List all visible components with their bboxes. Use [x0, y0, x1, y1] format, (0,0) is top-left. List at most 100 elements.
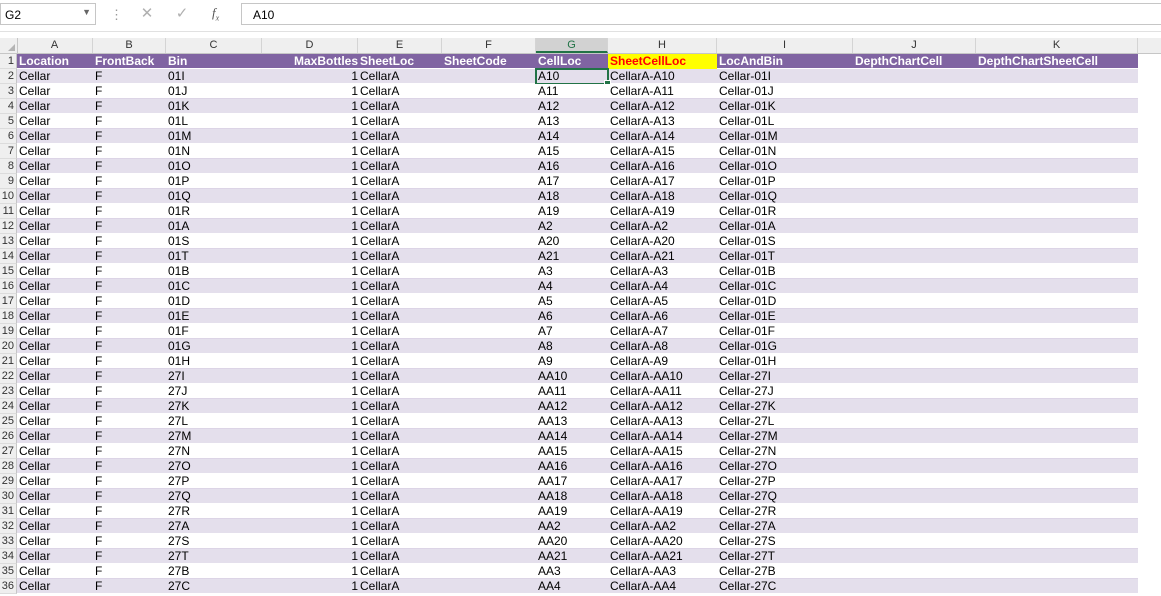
cell-sheetloc[interactable]: CellarA	[358, 384, 442, 399]
cell-sheetcode[interactable]	[442, 324, 536, 339]
cell-sheetcellloc[interactable]: CellarA-AA10	[608, 369, 717, 384]
cell-depthchartcell[interactable]	[853, 354, 976, 369]
row-header[interactable]: 16	[0, 279, 17, 294]
cell-locandbin[interactable]: Cellar-27K	[717, 399, 853, 414]
cell-frontback[interactable]: F	[93, 219, 166, 234]
cell-frontback[interactable]: F	[93, 234, 166, 249]
cell-location[interactable]: Cellar	[17, 354, 93, 369]
cell-cellloc[interactable]: AA11	[536, 384, 608, 399]
enter-check-icon[interactable]: ✓	[172, 4, 192, 24]
cell-location[interactable]: Cellar	[17, 294, 93, 309]
cell-maxbottles[interactable]: 1	[262, 549, 361, 564]
row-header[interactable]: 27	[0, 444, 17, 459]
cell-frontback[interactable]: F	[93, 384, 166, 399]
cell-sheetcellloc[interactable]: CellarA-A21	[608, 249, 717, 264]
cell-sheetcode[interactable]	[442, 354, 536, 369]
cell-frontback[interactable]: F	[93, 339, 166, 354]
cell-depthchartsheetcell[interactable]	[976, 354, 1138, 369]
cell-sheetloc[interactable]: CellarA	[358, 519, 442, 534]
column-header-j[interactable]: J	[853, 38, 976, 53]
cell-frontback[interactable]: F	[93, 369, 166, 384]
header-cell-frontback[interactable]: FrontBack	[93, 54, 166, 69]
cell-depthchartcell[interactable]	[853, 309, 976, 324]
cell-frontback[interactable]: F	[93, 189, 166, 204]
cell-location[interactable]: Cellar	[17, 234, 93, 249]
cell-sheetcode[interactable]	[442, 264, 536, 279]
cell-location[interactable]: Cellar	[17, 69, 93, 84]
cell-sheetcellloc[interactable]: CellarA-A16	[608, 159, 717, 174]
cell-depthchartsheetcell[interactable]	[976, 234, 1138, 249]
cell-locandbin[interactable]: Cellar-27T	[717, 549, 853, 564]
cell-cellloc[interactable]: A12	[536, 99, 608, 114]
cell-locandbin[interactable]: Cellar-27R	[717, 504, 853, 519]
row-header[interactable]: 6	[0, 129, 17, 144]
cell-sheetloc[interactable]: CellarA	[358, 294, 442, 309]
cell-maxbottles[interactable]: 1	[262, 369, 361, 384]
cell-sheetcellloc[interactable]: CellarA-AA3	[608, 564, 717, 579]
cell-sheetcellloc[interactable]: CellarA-A12	[608, 99, 717, 114]
row-header[interactable]: 5	[0, 114, 17, 129]
cell-depthchartcell[interactable]	[853, 144, 976, 159]
row-header[interactable]: 33	[0, 534, 17, 549]
column-header-c[interactable]: C	[166, 38, 262, 53]
cell-sheetcellloc[interactable]: CellarA-AA2	[608, 519, 717, 534]
cell-locandbin[interactable]: Cellar-27B	[717, 564, 853, 579]
cell-frontback[interactable]: F	[93, 459, 166, 474]
column-header-d[interactable]: D	[262, 38, 358, 53]
cell-maxbottles[interactable]: 1	[262, 69, 361, 84]
row-header[interactable]: 1	[0, 54, 17, 69]
cell-locandbin[interactable]: Cellar-01E	[717, 309, 853, 324]
column-header-e[interactable]: E	[358, 38, 442, 53]
row-header[interactable]: 13	[0, 234, 17, 249]
cell-frontback[interactable]: F	[93, 489, 166, 504]
cell-depthchartsheetcell[interactable]	[976, 549, 1138, 564]
cell-maxbottles[interactable]: 1	[262, 279, 361, 294]
column-header-g[interactable]: G	[536, 38, 608, 53]
cell-sheetloc[interactable]: CellarA	[358, 279, 442, 294]
cell-depthchartsheetcell[interactable]	[976, 564, 1138, 579]
cell-bin[interactable]: 01S	[166, 234, 262, 249]
cell-depthchartsheetcell[interactable]	[976, 369, 1138, 384]
cell-depthchartcell[interactable]	[853, 489, 976, 504]
cell-frontback[interactable]: F	[93, 564, 166, 579]
cell-cellloc[interactable]: AA12	[536, 399, 608, 414]
cell-frontback[interactable]: F	[93, 549, 166, 564]
cell-sheetcellloc[interactable]: CellarA-AA11	[608, 384, 717, 399]
cell-depthchartsheetcell[interactable]	[976, 519, 1138, 534]
cell-sheetcellloc[interactable]: CellarA-AA4	[608, 579, 717, 594]
cell-depthchartsheetcell[interactable]	[976, 129, 1138, 144]
cell-depthchartcell[interactable]	[853, 579, 976, 594]
cell-maxbottles[interactable]: 1	[262, 294, 361, 309]
cell-maxbottles[interactable]: 1	[262, 189, 361, 204]
cell-depthchartcell[interactable]	[853, 219, 976, 234]
cell-sheetloc[interactable]: CellarA	[358, 414, 442, 429]
column-header-h[interactable]: H	[608, 38, 717, 53]
row-header[interactable]: 7	[0, 144, 17, 159]
cell-depthchartsheetcell[interactable]	[976, 489, 1138, 504]
cell-cellloc[interactable]: A8	[536, 339, 608, 354]
cell-depthchartcell[interactable]	[853, 384, 976, 399]
cell-locandbin[interactable]: Cellar-01P	[717, 174, 853, 189]
cell-location[interactable]: Cellar	[17, 114, 93, 129]
cell-depthchartsheetcell[interactable]	[976, 279, 1138, 294]
cell-cellloc[interactable]: AA4	[536, 579, 608, 594]
row-header[interactable]: 26	[0, 429, 17, 444]
cell-locandbin[interactable]: Cellar-01N	[717, 144, 853, 159]
cell-locandbin[interactable]: Cellar-01S	[717, 234, 853, 249]
cell-sheetcellloc[interactable]: CellarA-A4	[608, 279, 717, 294]
cell-depthchartsheetcell[interactable]	[976, 189, 1138, 204]
cell-maxbottles[interactable]: 1	[262, 159, 361, 174]
cell-locandbin[interactable]: Cellar-01Q	[717, 189, 853, 204]
cell-sheetcellloc[interactable]: CellarA-A20	[608, 234, 717, 249]
cell-location[interactable]: Cellar	[17, 174, 93, 189]
cell-sheetcode[interactable]	[442, 159, 536, 174]
cell-sheetloc[interactable]: CellarA	[358, 204, 442, 219]
cell-sheetloc[interactable]: CellarA	[358, 114, 442, 129]
cell-cellloc[interactable]: AA3	[536, 564, 608, 579]
cell-locandbin[interactable]: Cellar-01H	[717, 354, 853, 369]
cell-depthchartcell[interactable]	[853, 249, 976, 264]
cell-frontback[interactable]: F	[93, 114, 166, 129]
cell-cellloc[interactable]: AA20	[536, 534, 608, 549]
row-header[interactable]: 32	[0, 519, 17, 534]
cell-locandbin[interactable]: Cellar-27P	[717, 474, 853, 489]
